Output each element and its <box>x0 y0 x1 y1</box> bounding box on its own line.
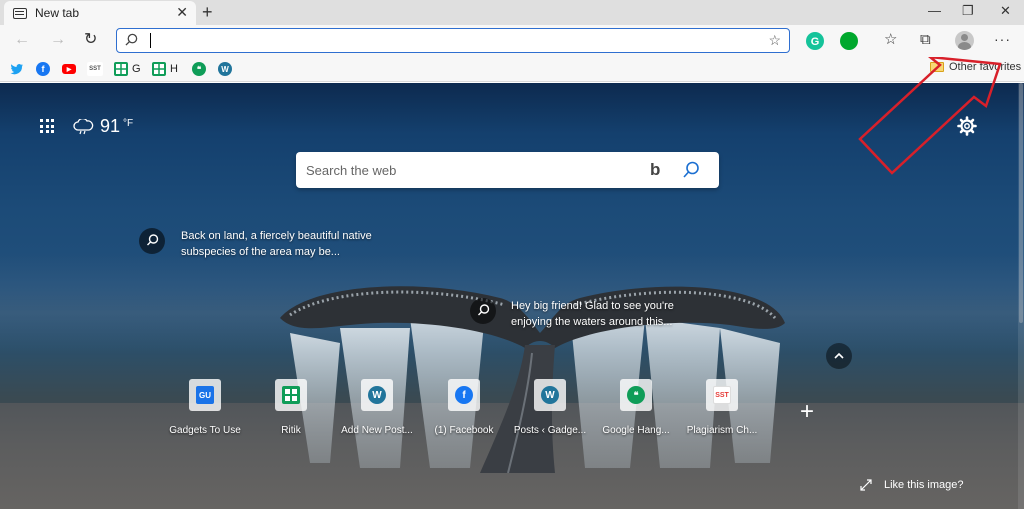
quick-link-tile[interactable]: W Posts ‹ Gadge... <box>505 379 595 436</box>
back-button[interactable]: ← <box>14 30 30 50</box>
google-sheets-icon <box>282 386 300 404</box>
weather-unit: °F <box>123 118 134 129</box>
tile-label: Gadgets To Use <box>169 425 241 436</box>
minimize-button[interactable]: — <box>928 3 941 18</box>
evernote-extension-icon[interactable] <box>840 32 858 50</box>
address-bar[interactable]: ☆ <box>116 28 790 53</box>
hotspot-caption: Hey big friend! Glad to see you're enjoy… <box>511 300 674 328</box>
like-this-image-link[interactable]: Like this image? <box>860 479 964 491</box>
tile-label: Add New Post... <box>341 425 413 436</box>
quick-link-tile[interactable]: SST Plagiarism Ch... <box>677 379 767 436</box>
collapse-chevron-up-button[interactable] <box>826 343 852 369</box>
search-icon <box>125 33 138 46</box>
favorite-wordpress[interactable]: W <box>218 61 232 77</box>
favorite-sheet-g[interactable]: G <box>114 61 141 77</box>
wordpress-icon: W <box>368 386 386 404</box>
toolbar: ← → ↻ ☆ G ☆ ⧉ ··· <box>0 25 1024 57</box>
web-search-input[interactable] <box>306 161 636 179</box>
annotation-arrow <box>858 57 1002 175</box>
web-search-box[interactable]: b <box>296 152 719 188</box>
favorite-sst[interactable]: SST <box>87 61 103 77</box>
youtube-icon: ▶ <box>62 64 76 74</box>
tile-label: Ritik <box>281 425 301 436</box>
facebook-icon: f <box>455 386 473 404</box>
image-hotspot-1[interactable]: Back on land, a fiercely beautiful nativ… <box>139 228 391 260</box>
tile-label: (1) Facebook <box>434 425 494 436</box>
sst-icon: SST <box>713 386 731 404</box>
close-tab-icon[interactable]: ✕ <box>176 5 188 19</box>
google-sheets-icon <box>114 62 128 76</box>
tile-label: Google Hang... <box>602 425 670 436</box>
weather-widget[interactable]: 91 °F <box>72 116 133 137</box>
gadgets-to-use-icon: GU <box>196 386 214 404</box>
hangouts-icon: ❝ <box>192 62 206 76</box>
quick-link-tile[interactable]: W Add New Post... <box>332 379 422 436</box>
settings-and-more-button[interactable]: ··· <box>994 31 1011 47</box>
quick-link-tile[interactable]: Ritik <box>246 379 336 436</box>
add-favorite-star-icon[interactable]: ☆ <box>768 32 781 49</box>
add-site-plus-button[interactable]: + <box>800 400 814 424</box>
forward-button[interactable]: → <box>50 30 66 50</box>
new-tab-button[interactable]: + <box>202 2 213 22</box>
hangouts-icon: ❝ <box>627 386 645 404</box>
wordpress-icon: W <box>218 62 232 76</box>
refresh-button[interactable]: ↻ <box>84 30 97 50</box>
expand-icon <box>860 479 872 491</box>
quick-link-tile[interactable]: f (1) Facebook <box>419 379 509 436</box>
tile-label: Plagiarism Ch... <box>686 425 758 436</box>
quick-link-tile[interactable]: ❝ Google Hang... <box>591 379 681 436</box>
weather-temperature: 91 <box>100 116 121 136</box>
google-sheets-icon <box>152 62 166 76</box>
new-tab-page-icon <box>13 7 27 19</box>
twitter-icon <box>10 64 23 75</box>
app-launcher-icon[interactable] <box>40 119 54 133</box>
favorites-icon[interactable]: ☆ <box>884 31 897 49</box>
hotspot-search-icon <box>139 228 165 254</box>
restore-button[interactable]: ❐ <box>962 3 974 19</box>
chevron-up-icon <box>834 352 844 359</box>
favorite-hangouts[interactable]: ❝ <box>192 61 206 77</box>
favorite-twitter[interactable] <box>10 61 24 77</box>
favorite-label: H <box>170 63 178 75</box>
cloud-rain-icon <box>73 118 94 134</box>
tab-new-tab[interactable]: New tab ✕ <box>4 1 196 25</box>
favorite-facebook[interactable]: f <box>36 61 50 77</box>
like-image-label: Like this image? <box>884 479 964 491</box>
tab-title: New tab <box>35 6 80 20</box>
profile-avatar[interactable] <box>955 31 974 50</box>
close-window-button[interactable]: ✕ <box>1000 3 1011 19</box>
grammarly-extension-icon[interactable]: G <box>806 32 824 50</box>
favorite-sheet-h[interactable]: H <box>152 61 178 77</box>
search-submit-icon[interactable] <box>681 160 701 180</box>
image-hotspot-2[interactable]: Hey big friend! Glad to see you're enjoy… <box>470 298 711 330</box>
hotspot-search-icon <box>470 298 496 324</box>
collections-icon[interactable]: ⧉ <box>920 31 931 49</box>
hotspot-caption: Back on land, a fiercely beautiful nativ… <box>181 230 372 258</box>
svg-text:G: G <box>811 36 820 48</box>
sst-icon: SST <box>87 62 103 76</box>
favorite-label: G <box>132 63 141 75</box>
wordpress-icon: W <box>541 386 559 404</box>
quick-link-tile[interactable]: GU Gadgets To Use <box>160 379 250 436</box>
tile-label: Posts ‹ Gadge... <box>513 425 587 436</box>
text-caret <box>150 33 151 48</box>
facebook-icon: f <box>36 62 50 76</box>
favorite-youtube[interactable]: ▶ <box>62 61 76 77</box>
title-bar: New tab ✕ + — ❐ ✕ <box>0 0 1024 25</box>
bing-logo-icon: b <box>650 160 661 179</box>
